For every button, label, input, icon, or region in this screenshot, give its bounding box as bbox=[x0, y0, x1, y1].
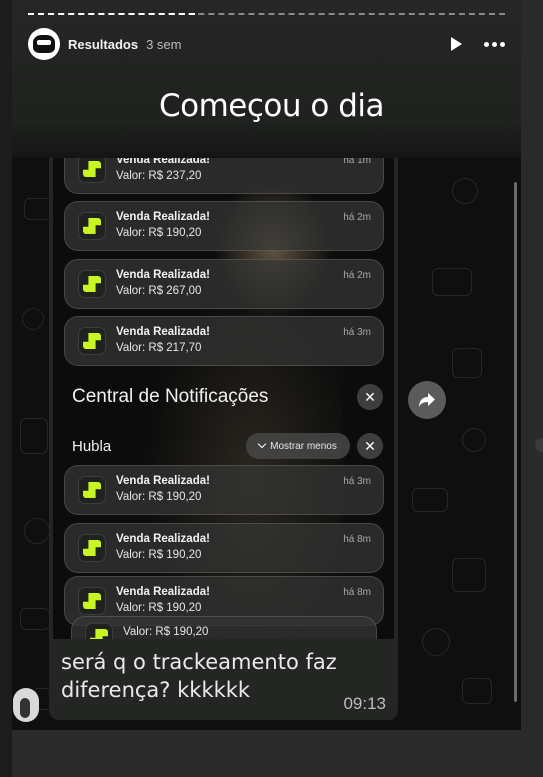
notification-title: Venda Realizada! bbox=[116, 269, 210, 281]
phone-screenshot: Venda Realizada! Valor: R$ 237,20 há 1m … bbox=[53, 158, 394, 639]
profile-avatar[interactable] bbox=[28, 28, 60, 60]
scrollbar[interactable] bbox=[514, 182, 517, 702]
notification-value: Valor: R$ 190,20 bbox=[116, 491, 202, 503]
chevron-down-icon bbox=[257, 439, 267, 449]
story-footer bbox=[12, 730, 521, 777]
notification-card: Venda Realizada! Valor: R$ 267,00 há 2m bbox=[64, 259, 384, 309]
notification-value: Valor: R$ 190,20 bbox=[116, 549, 202, 561]
more-options-icon[interactable] bbox=[484, 41, 505, 47]
show-less-button[interactable]: Mostrar menos bbox=[246, 433, 350, 459]
app-group-name: Hubla bbox=[72, 438, 112, 455]
notification-title: Venda Realizada! bbox=[116, 586, 210, 598]
notification-card: Venda Realizada! Valor: R$ 217,70 há 3m bbox=[64, 316, 384, 366]
message-timestamp: 09:13 bbox=[343, 694, 386, 713]
story-progress-bar bbox=[28, 13, 505, 15]
notification-center-title: Central de Notificações bbox=[72, 386, 269, 407]
notification-card: Valor: R$ 190,20 bbox=[71, 616, 377, 639]
sender-avatar[interactable] bbox=[13, 688, 39, 722]
notification-time: há 2m bbox=[343, 270, 371, 281]
next-story-indicator[interactable] bbox=[535, 438, 543, 452]
chat-message-bubble[interactable]: Venda Realizada! Valor: R$ 237,20 há 1m … bbox=[49, 158, 398, 720]
close-icon[interactable]: ✕ bbox=[357, 433, 383, 459]
notification-value: Valor: R$ 267,00 bbox=[116, 285, 202, 297]
hubla-logo-icon bbox=[85, 623, 113, 639]
progress-fill bbox=[28, 13, 195, 15]
notification-time: há 1m bbox=[343, 158, 371, 166]
show-less-label: Mostrar menos bbox=[270, 440, 337, 452]
notification-time: há 3m bbox=[343, 327, 371, 338]
hubla-logo-icon bbox=[78, 476, 106, 504]
notification-card: Venda Realizada! Valor: R$ 237,20 há 1m bbox=[64, 158, 384, 194]
hubla-logo-icon bbox=[78, 534, 106, 562]
notification-time: há 8m bbox=[343, 587, 371, 598]
notification-card: Venda Realizada! Valor: R$ 190,20 há 2m bbox=[64, 201, 384, 251]
hubla-logo-icon bbox=[78, 212, 106, 240]
story-header: Resultados 3 sem bbox=[28, 28, 505, 60]
notification-title: Venda Realizada! bbox=[116, 211, 210, 223]
close-icon[interactable]: ✕ bbox=[357, 384, 383, 410]
message-text: será q o trackeamento faz diferença? kkk… bbox=[61, 650, 337, 702]
notification-title: Venda Realizada! bbox=[116, 326, 210, 338]
notification-card: Venda Realizada! Valor: R$ 190,20 há 3m bbox=[64, 465, 384, 515]
notification-title: Venda Realizada! bbox=[116, 475, 210, 487]
story-caption: Começou o dia bbox=[158, 88, 385, 124]
hubla-logo-icon bbox=[78, 158, 106, 183]
notification-value: Valor: R$ 237,20 bbox=[116, 170, 202, 182]
hubla-logo-icon bbox=[78, 270, 106, 298]
notification-value: Valor: R$ 190,20 bbox=[123, 626, 209, 638]
notification-time: há 2m bbox=[343, 212, 371, 223]
notification-time: há 3m bbox=[343, 476, 371, 487]
username[interactable]: Resultados bbox=[68, 37, 138, 52]
post-time: 3 sem bbox=[146, 36, 182, 52]
share-forward-icon[interactable] bbox=[408, 381, 446, 419]
notification-value: Valor: R$ 190,20 bbox=[116, 602, 202, 614]
play-icon[interactable] bbox=[451, 37, 462, 51]
notification-value: Valor: R$ 217,70 bbox=[116, 342, 202, 354]
notification-title: Venda Realizada! bbox=[116, 158, 210, 166]
notification-value: Valor: R$ 190,20 bbox=[116, 227, 202, 239]
notification-title: Venda Realizada! bbox=[116, 533, 210, 545]
notification-card: Venda Realizada! Valor: R$ 190,20 há 8m bbox=[64, 523, 384, 573]
notification-time: há 8m bbox=[343, 534, 371, 545]
hubla-logo-icon bbox=[78, 327, 106, 355]
hubla-logo-icon bbox=[78, 587, 106, 615]
